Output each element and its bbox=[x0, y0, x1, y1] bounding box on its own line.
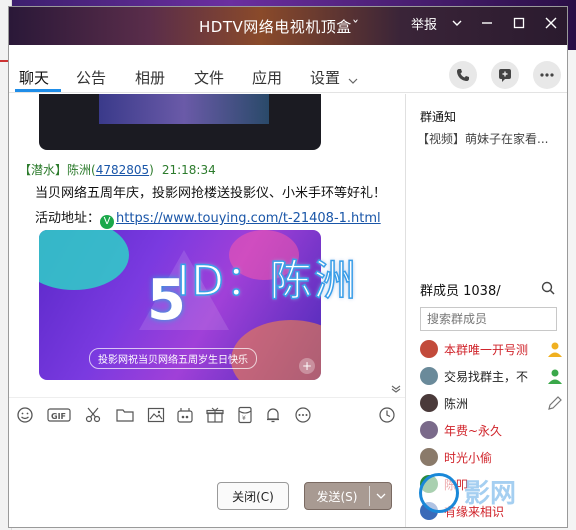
message-text: 当贝网络五周年庆，投影网抢楼送投影仪、小米手环等好礼！ bbox=[35, 186, 387, 201]
send-button[interactable]: 发送(S) bbox=[304, 482, 392, 510]
member-name: 陈洲 bbox=[444, 396, 469, 411]
minimize-icon[interactable] bbox=[481, 16, 493, 36]
screenshot-icon[interactable] bbox=[83, 406, 103, 424]
site-logo-text: 影网 bbox=[464, 479, 517, 509]
emoji-icon[interactable] bbox=[15, 406, 35, 424]
avatar bbox=[420, 394, 438, 412]
more-tools-icon[interactable] bbox=[293, 406, 313, 424]
title-bar[interactable]: HDTV网络电视机顶盒ˇ 举报 bbox=[9, 7, 567, 45]
chat-message-area[interactable]: 【潜水】陈洲(4782805) 21:18:34 当贝网络五周年庆，投影网抢楼送投… bbox=[9, 94, 405, 394]
more-icon bbox=[540, 73, 554, 77]
members-title: 群成员 1038/ bbox=[420, 284, 501, 299]
member-name: 本群唯一开号测 bbox=[444, 342, 529, 357]
svg-text:GIF: GIF bbox=[51, 412, 66, 421]
send-label[interactable]: 发送(S) bbox=[305, 488, 369, 505]
avatar bbox=[420, 340, 438, 358]
history-clock-icon[interactable] bbox=[377, 406, 397, 424]
member-item[interactable]: 本群唯一开号测 bbox=[420, 338, 566, 360]
id-watermark: ID：陈洲 bbox=[176, 255, 358, 306]
report-button[interactable]: 举报 bbox=[411, 16, 437, 36]
member-item[interactable]: 年费~永久 bbox=[420, 419, 566, 441]
member-item[interactable]: 时光小偷 bbox=[420, 446, 566, 468]
send-options-icon[interactable] bbox=[370, 490, 391, 503]
message-time: 21:18:34 bbox=[161, 163, 216, 177]
edit-icon bbox=[548, 396, 562, 410]
panel-divider bbox=[405, 94, 406, 527]
svg-text:¥: ¥ bbox=[242, 415, 246, 422]
link-label: 活动地址： bbox=[35, 211, 101, 226]
sender-name[interactable]: 【潜水】陈洲( bbox=[19, 163, 96, 177]
admin-icon bbox=[548, 369, 562, 384]
member-search-input[interactable]: 搜索群成员 bbox=[420, 307, 557, 331]
message-header: 【潜水】陈洲(4782805) 21:18:34 bbox=[19, 161, 216, 178]
avatar bbox=[420, 421, 438, 439]
close-icon[interactable] bbox=[545, 16, 557, 36]
video-thumbnail[interactable] bbox=[39, 94, 321, 150]
activity-link[interactable]: https://www.touying.com/t-21408-1.html bbox=[116, 211, 381, 226]
group-chat-window: HDTV网络电视机顶盒ˇ 举报 聊天 公告 相册 文件 应用 设置 【潜水】陈洲… bbox=[8, 6, 568, 528]
member-item[interactable]: 陈洲 bbox=[420, 392, 566, 414]
more-options-button[interactable] bbox=[533, 61, 561, 89]
gif-icon[interactable]: GIF bbox=[47, 406, 71, 424]
add-image-icon[interactable]: + bbox=[299, 358, 315, 374]
owner-icon bbox=[548, 342, 562, 357]
chevron-down-icon[interactable] bbox=[348, 71, 358, 89]
window-title: HDTV网络电视机顶盒ˇ bbox=[199, 18, 360, 36]
phone-call-button[interactable] bbox=[449, 61, 477, 89]
verified-icon: V bbox=[100, 215, 115, 229]
active-tab-indicator bbox=[15, 89, 61, 92]
input-toolbar: GIF ¥ bbox=[9, 397, 405, 431]
scroll-down-icon[interactable] bbox=[391, 384, 401, 394]
music-icon[interactable] bbox=[175, 406, 195, 424]
tab-files[interactable]: 文件 bbox=[194, 67, 224, 88]
member-name: 时光小偷 bbox=[444, 450, 493, 465]
member-name: 交易找群主，不 bbox=[444, 369, 529, 384]
sender-id-link[interactable]: 4782805 bbox=[96, 163, 149, 177]
notice-body[interactable]: 【视频】萌妹子在家看... bbox=[417, 130, 548, 147]
member-name: 年费~永久 bbox=[444, 423, 503, 438]
red-packet-icon[interactable]: ¥ bbox=[235, 406, 255, 424]
search-icon[interactable] bbox=[541, 280, 555, 299]
gift-icon[interactable] bbox=[205, 406, 225, 424]
maximize-icon[interactable] bbox=[513, 16, 525, 36]
sender-id-suffix: ) bbox=[149, 163, 154, 177]
image-icon[interactable] bbox=[146, 406, 166, 424]
bell-icon[interactable] bbox=[263, 406, 283, 424]
avatar bbox=[420, 367, 438, 385]
phone-icon bbox=[457, 69, 469, 81]
folder-icon[interactable] bbox=[115, 406, 135, 424]
dropdown-icon[interactable] bbox=[451, 16, 463, 36]
tab-settings[interactable]: 设置 bbox=[310, 67, 340, 88]
chat-plus-icon bbox=[499, 69, 511, 82]
message-input[interactable] bbox=[9, 431, 405, 527]
avatar bbox=[420, 448, 438, 466]
banner-caption: 投影网祝当贝网络五周岁生日快乐 bbox=[89, 348, 257, 369]
tab-apps[interactable]: 应用 bbox=[252, 67, 282, 88]
tab-bar: 聊天 公告 相册 文件 应用 设置 bbox=[9, 45, 567, 93]
tab-announcement[interactable]: 公告 bbox=[76, 67, 106, 88]
message-link-line: 活动地址： Vhttps://www.touying.com/t-21408-1.… bbox=[35, 207, 381, 229]
tab-album[interactable]: 相册 bbox=[135, 67, 165, 88]
member-item[interactable]: 交易找群主，不 bbox=[420, 365, 566, 387]
tab-chat[interactable]: 聊天 bbox=[19, 67, 49, 88]
close-button[interactable]: 关闭(C) bbox=[217, 482, 289, 510]
site-logo-watermark bbox=[419, 473, 459, 513]
group-message-button[interactable] bbox=[491, 61, 519, 89]
notice-title: 群通知 bbox=[420, 110, 457, 124]
